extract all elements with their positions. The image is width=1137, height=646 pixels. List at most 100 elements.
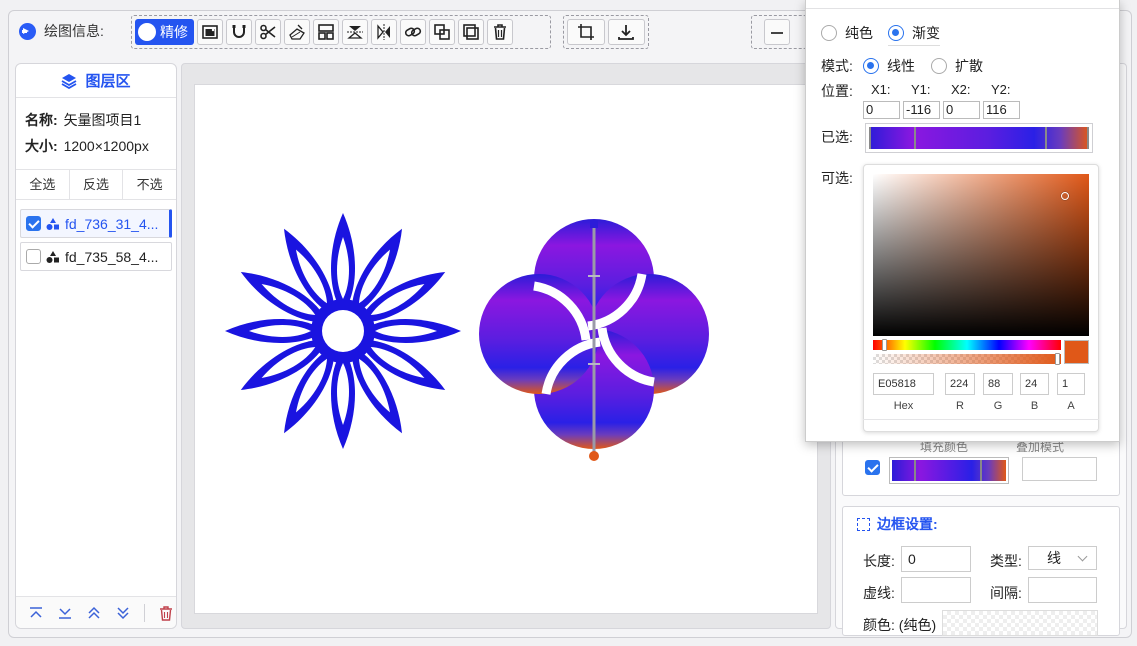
move-bottom-icon bbox=[59, 607, 71, 619]
g-input[interactable]: 88 bbox=[983, 373, 1013, 395]
merge-tool-button[interactable] bbox=[429, 19, 455, 45]
gradient-radio[interactable] bbox=[888, 25, 904, 41]
pen-shape-icon bbox=[289, 24, 305, 40]
flower-shape[interactable] bbox=[225, 213, 461, 449]
drawing-info: 绘图信息: bbox=[19, 20, 104, 42]
r-input[interactable]: 224 bbox=[945, 373, 975, 395]
minimize-button[interactable] bbox=[764, 19, 790, 45]
color-cursor[interactable] bbox=[1061, 192, 1069, 200]
y2-label: Y2: bbox=[991, 82, 1011, 97]
tool-group-main: 精修 bbox=[131, 15, 551, 49]
pen-tool-button[interactable] bbox=[284, 19, 310, 45]
project-name-label: 名称: bbox=[25, 112, 58, 128]
footer-divider bbox=[144, 603, 145, 622]
artwork bbox=[225, 213, 709, 461]
x1-label: X1: bbox=[871, 82, 891, 97]
border-color-swatch[interactable] bbox=[942, 610, 1098, 636]
move-top-icon bbox=[30, 606, 42, 618]
type-label: 类型: bbox=[990, 553, 1022, 569]
shapes-icon bbox=[46, 217, 59, 230]
move-down-button[interactable] bbox=[113, 603, 133, 623]
y2-input[interactable]: 116 bbox=[983, 101, 1020, 119]
solid-radio[interactable] bbox=[821, 25, 837, 41]
r-label: R bbox=[956, 400, 964, 412]
fill-gradient-stop bbox=[914, 460, 916, 481]
gradient-stop-marker[interactable] bbox=[914, 127, 916, 149]
gradient-start-handle[interactable] bbox=[590, 220, 598, 228]
picker-divider bbox=[863, 419, 1099, 420]
link-tool-button[interactable] bbox=[400, 19, 426, 45]
length-input[interactable]: 0 bbox=[901, 546, 971, 572]
g-label: G bbox=[993, 400, 1003, 412]
project-size-line: 大小: 1200×1200px bbox=[16, 133, 176, 159]
refine-button[interactable]: 精修 bbox=[135, 19, 194, 45]
a-input[interactable]: 1 bbox=[1057, 373, 1085, 395]
toggle-dot-icon bbox=[138, 23, 156, 41]
mode-linear[interactable]: 线性 bbox=[863, 56, 915, 76]
image-tool-button[interactable] bbox=[197, 19, 223, 45]
crop-icon bbox=[577, 24, 594, 40]
gradient-label: 渐变 bbox=[912, 25, 940, 41]
download-button[interactable] bbox=[607, 19, 645, 45]
dash-input[interactable] bbox=[901, 577, 971, 603]
project-size-label: 大小: bbox=[25, 138, 58, 154]
selected-gradient[interactable] bbox=[865, 123, 1093, 153]
gradient-stop-marker[interactable] bbox=[1045, 127, 1047, 149]
flip-vertical-icon bbox=[347, 26, 363, 39]
current-color-swatch bbox=[1064, 340, 1089, 364]
select-all-button[interactable]: 全选 bbox=[16, 170, 70, 199]
gradient-stop-marker[interactable] bbox=[869, 127, 871, 149]
delete-tool-button[interactable] bbox=[487, 19, 513, 45]
layer-checkbox[interactable] bbox=[26, 249, 41, 264]
project-info: 名称: 矢量图项目1 大小: 1200×1200px bbox=[16, 98, 176, 170]
hue-slider[interactable] bbox=[873, 340, 1061, 350]
a-label: A bbox=[1067, 400, 1075, 412]
diffuse-radio[interactable] bbox=[931, 58, 947, 74]
x2-input[interactable]: 0 bbox=[943, 101, 980, 119]
fill-gradient-preview[interactable] bbox=[889, 457, 1009, 484]
move-to-top-button[interactable] bbox=[26, 603, 46, 623]
alpha-slider[interactable] bbox=[873, 354, 1061, 364]
select-none-button[interactable]: 不选 bbox=[123, 170, 176, 199]
fill-enable-checkbox[interactable] bbox=[865, 460, 880, 475]
gradient-end-handle[interactable] bbox=[589, 451, 599, 461]
optional-label: 可选: bbox=[821, 170, 853, 186]
app-root: 绘图信息: 精修 图层区 名称: 矢量图项目1 大小: 1200×1200px … bbox=[0, 0, 1137, 646]
flip-vertical-button[interactable] bbox=[342, 19, 368, 45]
layer-item[interactable]: fd_735_58_4... bbox=[20, 242, 172, 271]
cut-tool-button[interactable] bbox=[255, 19, 281, 45]
invert-select-button[interactable]: 反选 bbox=[70, 170, 124, 199]
layer-item[interactable]: fd_736_31_4... bbox=[20, 209, 172, 238]
gap-input[interactable] bbox=[1028, 577, 1097, 603]
layers-icon bbox=[62, 73, 77, 89]
border-color-label: 颜色: (纯色) bbox=[863, 617, 937, 633]
hue-thumb[interactable] bbox=[882, 339, 887, 351]
dash-label: 虚线: bbox=[863, 585, 895, 601]
layout-tool-button[interactable] bbox=[313, 19, 339, 45]
alpha-thumb[interactable] bbox=[1055, 353, 1060, 365]
hex-input[interactable]: E05818 bbox=[873, 373, 934, 395]
move-up-button[interactable] bbox=[84, 603, 104, 623]
delete-layer-button[interactable] bbox=[156, 603, 176, 623]
layer-label: fd_735_58_4... bbox=[65, 248, 159, 265]
fill-gradient-stop bbox=[980, 460, 982, 481]
copy-tool-button[interactable] bbox=[458, 19, 484, 45]
y1-input[interactable]: -116 bbox=[903, 101, 940, 119]
flip-horizontal-button[interactable] bbox=[371, 19, 397, 45]
trash-icon bbox=[494, 24, 506, 40]
linear-radio[interactable] bbox=[863, 58, 879, 74]
saturation-value-area[interactable] bbox=[873, 174, 1089, 336]
mode-diffuse[interactable]: 扩散 bbox=[931, 56, 983, 76]
layer-checkbox[interactable] bbox=[26, 216, 41, 231]
blend-mode-select[interactable] bbox=[1022, 457, 1097, 481]
b-input[interactable]: 24 bbox=[1020, 373, 1049, 395]
magnet-tool-button[interactable] bbox=[226, 19, 252, 45]
layer-label: fd_736_31_4... bbox=[65, 215, 159, 232]
crop-tool-button[interactable] bbox=[567, 19, 605, 45]
x1-input[interactable]: 0 bbox=[863, 101, 900, 119]
fill-type-solid[interactable]: 纯色 bbox=[821, 23, 873, 43]
gradient-stop-marker[interactable] bbox=[1087, 127, 1089, 149]
fill-type-gradient[interactable]: 渐变 bbox=[888, 23, 940, 46]
move-to-bottom-button[interactable] bbox=[55, 603, 75, 623]
type-select[interactable]: 线 bbox=[1028, 546, 1097, 570]
